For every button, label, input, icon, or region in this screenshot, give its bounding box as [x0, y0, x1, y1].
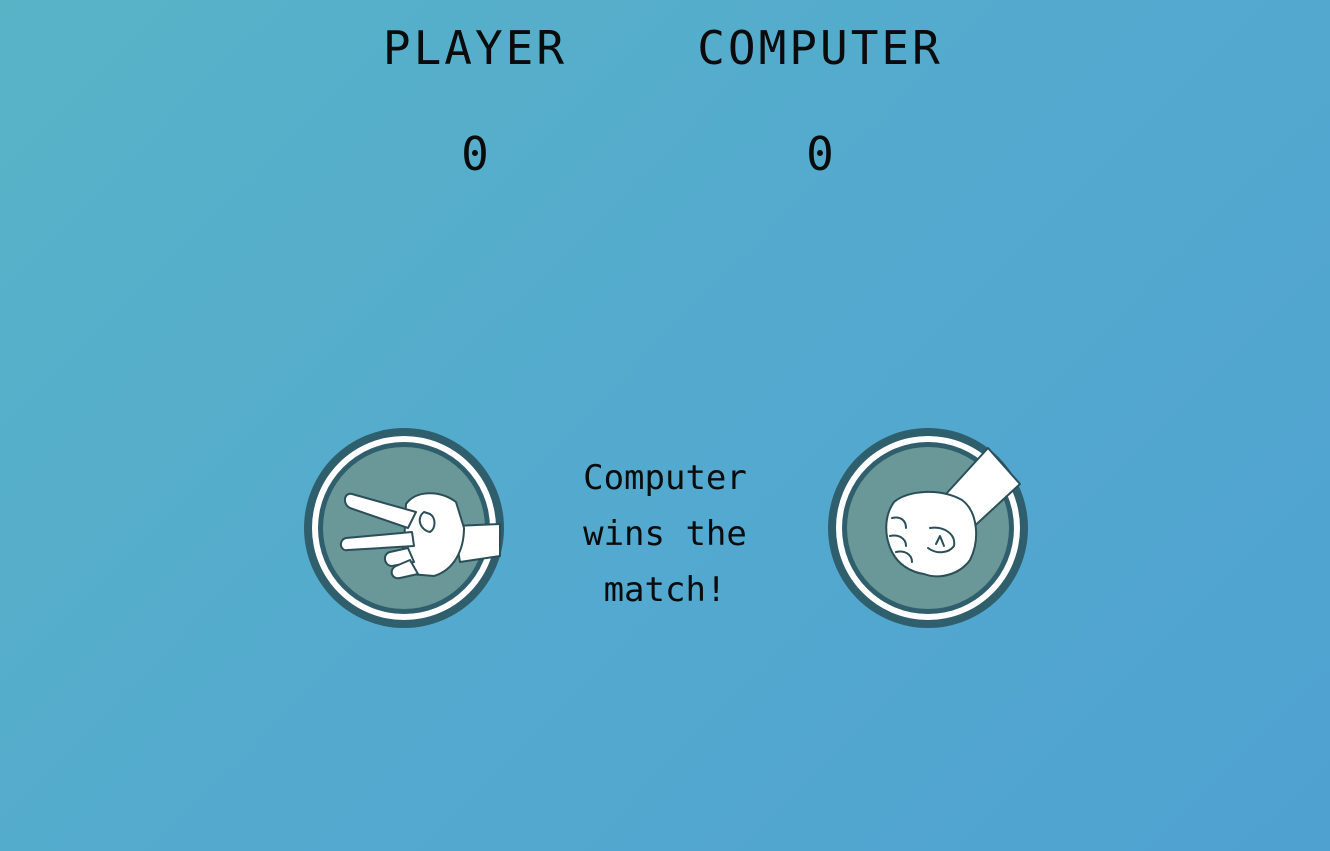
- player-label: PLAYER: [382, 21, 568, 75]
- player-choice-badge: [304, 428, 504, 628]
- player-score-column: PLAYER 0: [360, 20, 590, 182]
- computer-score: 0: [806, 127, 834, 181]
- computer-choice-badge: [828, 428, 1028, 628]
- scoreboard: PLAYER 0 COMPUTER 0: [0, 20, 1330, 190]
- scissors-hand-icon: [340, 492, 501, 580]
- rock-fist-icon: [885, 447, 1021, 578]
- round-arena: Computer wins the match!: [0, 428, 1330, 628]
- computer-score-column: COMPUTER 0: [680, 20, 960, 182]
- computer-label: COMPUTER: [697, 21, 943, 75]
- result-message: Computer wins the match!: [583, 458, 747, 610]
- player-score: 0: [461, 127, 489, 181]
